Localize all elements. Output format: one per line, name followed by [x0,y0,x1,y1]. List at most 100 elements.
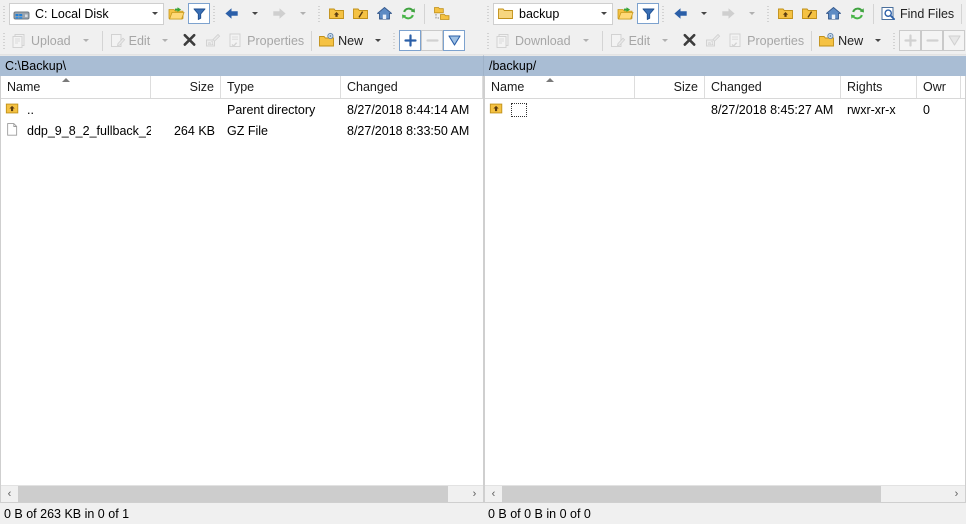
remote-properties-label: Properties [747,33,805,48]
remote-path-value: backup [519,6,560,21]
select-files-button[interactable] [399,30,422,51]
column-header-label: Size [189,80,214,94]
column-header-changed[interactable]: Changed [705,76,841,98]
local-path-dropdown-arrow[interactable] [147,4,163,24]
edit-dropdown-button[interactable] [153,29,177,53]
toolbar-grip-cmd-remote[interactable] [486,31,491,50]
toolbar-grip-cmd[interactable] [2,31,7,50]
remote-path-combobox[interactable]: backup [493,2,613,25]
scroll-left-arrow[interactable]: ‹ [485,486,502,502]
open-local-directory-button[interactable] [164,2,188,26]
remote-invert-selection-button[interactable] [943,30,966,51]
back-icon [672,5,689,22]
local-horizontal-scrollbar[interactable]: ‹ › [1,485,483,502]
table-row[interactable]: ddp_9_8_2_fullback_2... 264 KB GZ File 8/27… [1,120,483,141]
scroll-left-arrow[interactable]: ‹ [1,486,18,502]
remote-forward-button[interactable] [716,2,740,26]
toolbar-separator-find [873,3,874,24]
remote-new-dropdown-button[interactable] [866,29,890,53]
local-filter-button[interactable] [188,3,210,24]
refresh-button[interactable] [396,2,420,26]
forward-button[interactable] [267,2,291,26]
rename-button[interactable]: a1 [201,29,225,53]
toolbar-grip-remote-nav[interactable] [661,4,666,23]
back-dropdown-button[interactable] [243,2,267,26]
column-header-size[interactable]: Size [151,76,221,98]
scroll-thumb[interactable] [502,486,882,502]
column-header-name[interactable]: Name [1,76,151,98]
local-file-rows[interactable]: .. Parent directory 8/27/2018 8:44:14 AM dd… [1,99,483,485]
forward-dropdown-button[interactable] [291,2,315,26]
remote-delete-button[interactable] [677,29,701,53]
remote-path-dropdown-arrow[interactable] [596,4,612,24]
scroll-thumb[interactable] [18,486,449,502]
home-directory-button[interactable] [372,2,396,26]
remote-select-files-button[interactable] [899,30,922,51]
remote-edit-dropdown-button[interactable] [653,29,677,53]
remote-file-rows[interactable]: 8/27/2018 8:45:27 AM rwxr-xr-x 0 [485,99,965,485]
delete-button[interactable] [177,29,201,53]
new-button[interactable]: New [316,29,366,53]
column-header-type[interactable]: Type [221,76,341,98]
remote-back-button[interactable] [668,2,692,26]
remote-column-headers: Name Size Changed Rights Owr [485,76,965,99]
root-directory-button[interactable] [348,2,372,26]
upload-button[interactable]: Upload [9,29,74,53]
column-header-size[interactable]: Size [635,76,705,98]
column-header-name[interactable]: Name [485,76,635,98]
properties-button[interactable]: Properties [225,29,307,53]
parent-directory-button[interactable] [324,2,348,26]
toolbar-grip-dirs[interactable] [317,4,322,23]
find-files-button[interactable]: Find Files [878,2,957,26]
back-button[interactable] [219,2,243,26]
remote-properties-button[interactable]: Properties [725,29,807,53]
column-header-rights[interactable]: Rights [841,76,917,98]
remote-refresh-button[interactable] [845,2,869,26]
table-row[interactable]: .. Parent directory 8/27/2018 8:44:14 AM [1,99,483,120]
remote-rename-button[interactable]: a1 [701,29,725,53]
local-path-bar[interactable]: C:\Backup\ [0,55,484,76]
toolbar-grip-nav[interactable] [212,4,217,23]
remote-filter-button[interactable] [637,3,659,24]
remote-back-dropdown-button[interactable] [692,2,716,26]
toolbar-grip[interactable] [2,4,7,23]
local-file-list[interactable]: Name Size Type Changed .. Parent directory 8/… [0,76,484,503]
local-directory-tree-button[interactable] [429,2,453,26]
upload-dropdown-button[interactable] [74,29,98,53]
remote-edit-button[interactable]: Edit [607,29,654,53]
table-row[interactable]: 8/27/2018 8:45:27 AM rwxr-xr-x 0 [485,99,965,120]
remote-path-bar[interactable]: /backup/ [484,55,966,76]
scroll-track[interactable] [18,486,466,502]
remote-file-list[interactable]: Name Size Changed Rights Owr 8/27/2018 8:45:… [484,76,966,503]
toolbar-grip-remote-dirs[interactable] [766,4,771,23]
remote-home-directory-button[interactable] [821,2,845,26]
remote-new-button[interactable]: New [816,29,866,53]
remote-root-directory-button[interactable] [797,2,821,26]
toolbar-grip-select[interactable] [392,31,398,50]
scroll-right-arrow[interactable]: › [948,486,965,502]
edit-button[interactable]: Edit [107,29,154,53]
remote-forward-dropdown-button[interactable] [740,2,764,26]
column-header-owner[interactable]: Owr [917,76,961,98]
open-remote-directory-button[interactable] [613,2,637,26]
remote-horizontal-scrollbar[interactable]: ‹ › [485,485,965,502]
scroll-track[interactable] [502,486,948,502]
new-label: New [338,33,364,48]
parent-directory-icon [777,5,794,22]
scroll-right-arrow[interactable]: › [466,486,483,502]
toolbar-row-address: C: Local Disk backup Find Files [0,0,966,27]
unselect-files-button[interactable] [421,30,444,51]
file-name-text [511,102,527,117]
open-directory-icon [168,5,185,22]
toolbar-grip-select-remote[interactable] [892,31,898,50]
column-header-changed[interactable]: Changed [341,76,483,98]
download-dropdown-button[interactable] [574,29,598,53]
toolbar-grip-remote[interactable] [486,4,491,23]
local-path-combobox[interactable]: C: Local Disk [9,2,164,25]
download-button[interactable]: Download [493,29,574,53]
invert-selection-icon [446,32,463,49]
remote-unselect-files-button[interactable] [921,30,944,51]
invert-selection-button[interactable] [443,30,466,51]
remote-parent-directory-button[interactable] [773,2,797,26]
new-dropdown-button[interactable] [366,29,390,53]
